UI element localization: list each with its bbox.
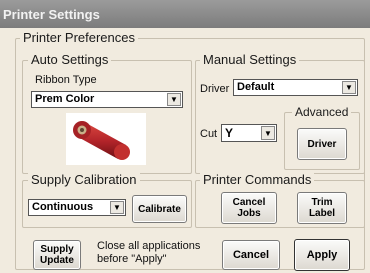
trim-label-button[interactable]: Trim Label: [297, 192, 347, 224]
window-title: Printer Settings: [3, 7, 100, 22]
cut-label: Cut: [200, 128, 218, 140]
chevron-down-icon[interactable]: ▼: [261, 126, 275, 140]
driver-value: Default: [237, 81, 275, 93]
cut-value: Y: [225, 126, 234, 140]
calibrate-button[interactable]: Calibrate: [132, 195, 187, 223]
printer-preferences-legend: Printer Preferences: [20, 31, 138, 45]
apply-button[interactable]: Apply: [294, 239, 350, 271]
chevron-down-icon[interactable]: ▼: [167, 93, 181, 106]
cut-select[interactable]: Y ▼: [221, 124, 277, 142]
printer-commands-legend: Printer Commands: [200, 173, 315, 187]
ribbon-roll-icon: [66, 113, 146, 165]
ribbon-type-label: Ribbon Type: [35, 74, 97, 86]
supply-calibration-legend: Supply Calibration: [28, 173, 140, 187]
manual-settings-legend: Manual Settings: [200, 53, 300, 67]
printer-settings-window: Printer Settings Printer Preferences Aut…: [0, 0, 370, 273]
ribbon-type-value: Prem Color: [35, 93, 95, 105]
calibration-value: Continuous: [32, 201, 94, 213]
supply-update-button[interactable]: Supply Update: [33, 240, 81, 270]
advanced-legend: Advanced: [292, 105, 352, 119]
chevron-down-icon[interactable]: ▼: [110, 201, 124, 214]
chevron-down-icon[interactable]: ▼: [342, 81, 356, 94]
ribbon-type-select[interactable]: Prem Color ▼: [31, 91, 183, 108]
driver-label: Driver: [200, 83, 230, 95]
cancel-button[interactable]: Cancel: [222, 240, 280, 270]
driver-button[interactable]: Driver: [297, 128, 347, 160]
calibration-select[interactable]: Continuous ▼: [28, 199, 126, 216]
driver-select[interactable]: Default ▼: [233, 79, 358, 96]
auto-settings-legend: Auto Settings: [28, 53, 112, 67]
cancel-jobs-button[interactable]: Cancel Jobs: [221, 192, 277, 224]
apply-note: Close all applications before "Apply": [97, 240, 201, 265]
title-bar[interactable]: Printer Settings: [0, 0, 370, 28]
